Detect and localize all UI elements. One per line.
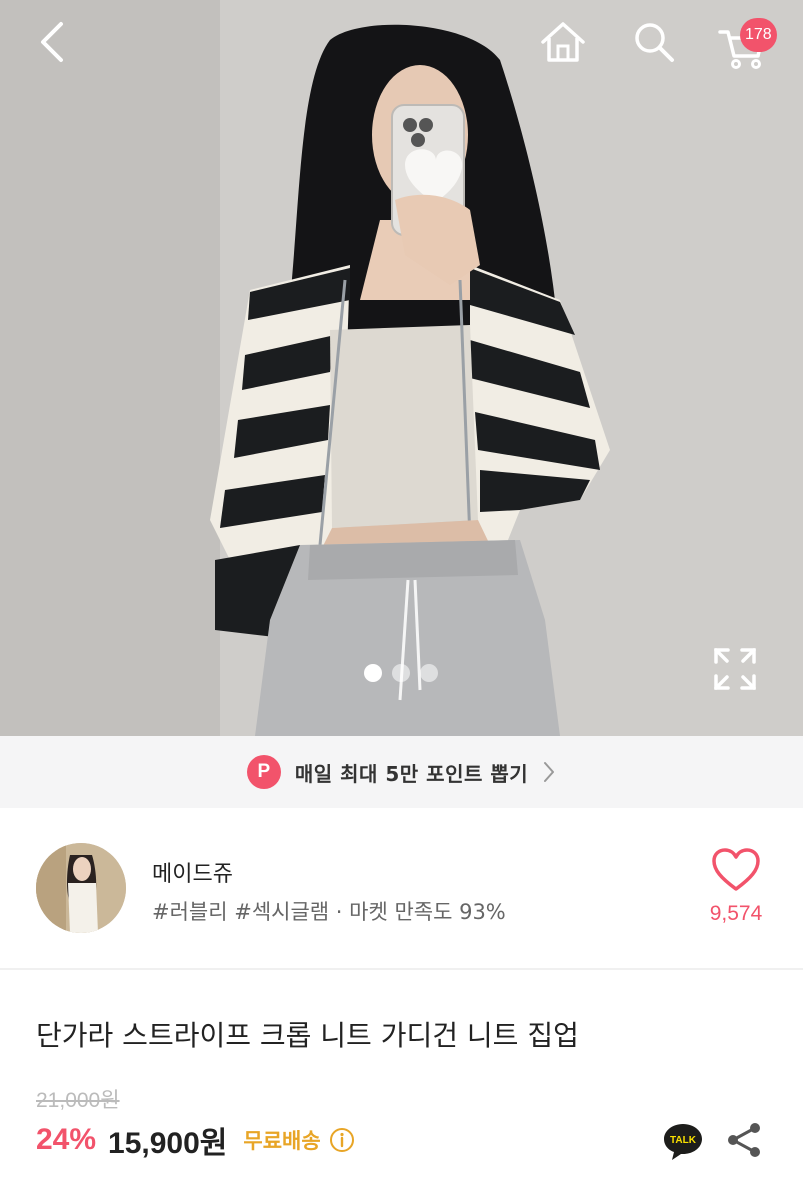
chevron-left-icon [41, 22, 63, 62]
seller-name[interactable]: 메이드쥬 [152, 856, 233, 888]
product-title: 단가라 스트라이프 크롭 니트 가디건 니트 집업 [36, 1019, 579, 1052]
sale-price: 15,900원 [108, 1127, 228, 1160]
banner-text: 매일 최대 5만 포인트 뽑기 [294, 761, 529, 786]
cart-count-badge: 178 [740, 18, 777, 52]
free-shipping-label: 무료배송 [243, 1129, 321, 1153]
heart-icon [712, 848, 760, 891]
seller-avatar-image [36, 843, 126, 933]
search-icon [635, 23, 674, 62]
cart-button[interactable]: 178 [714, 14, 777, 70]
price-row: 24% 15,900원 무료배송 [36, 1118, 355, 1162]
product-image-gallery[interactable]: 178 [0, 0, 803, 736]
home-button[interactable] [535, 14, 591, 70]
point-draw-banner[interactable]: P 매일 최대 5만 포인트 뽑기 [0, 736, 803, 808]
home-icon [541, 22, 585, 62]
kakao-talk-icon: TALK [664, 1124, 702, 1160]
gallery-pagination [364, 664, 438, 682]
back-button[interactable] [24, 14, 80, 70]
like-button[interactable]: 9,574 [698, 848, 774, 926]
gallery-dot-1[interactable] [364, 664, 382, 682]
gallery-dot-3[interactable] [420, 664, 438, 682]
chevron-right-icon [544, 762, 555, 782]
gallery-dot-2[interactable] [392, 664, 410, 682]
share-button[interactable] [724, 1120, 764, 1160]
share-icon [728, 1123, 760, 1157]
seller-avatar[interactable] [36, 843, 126, 933]
seller-tags: #러블리 #섹시글램 · 마켓 만족도 93% [152, 900, 506, 924]
search-button[interactable] [626, 14, 682, 70]
original-price: 21,000원 [36, 1089, 120, 1112]
expand-icon[interactable] [712, 646, 758, 692]
info-icon[interactable] [329, 1127, 355, 1153]
seller-section: 메이드쥬 #러블리 #섹시글램 · 마켓 만족도 93% 9,574 [0, 808, 803, 970]
discount-rate: 24% [36, 1123, 97, 1156]
product-photo [0, 0, 803, 736]
talk-label: TALK [670, 1135, 697, 1146]
like-count: 9,574 [709, 902, 763, 925]
point-badge-icon: P [246, 755, 281, 789]
talk-button[interactable]: TALK [662, 1120, 704, 1162]
